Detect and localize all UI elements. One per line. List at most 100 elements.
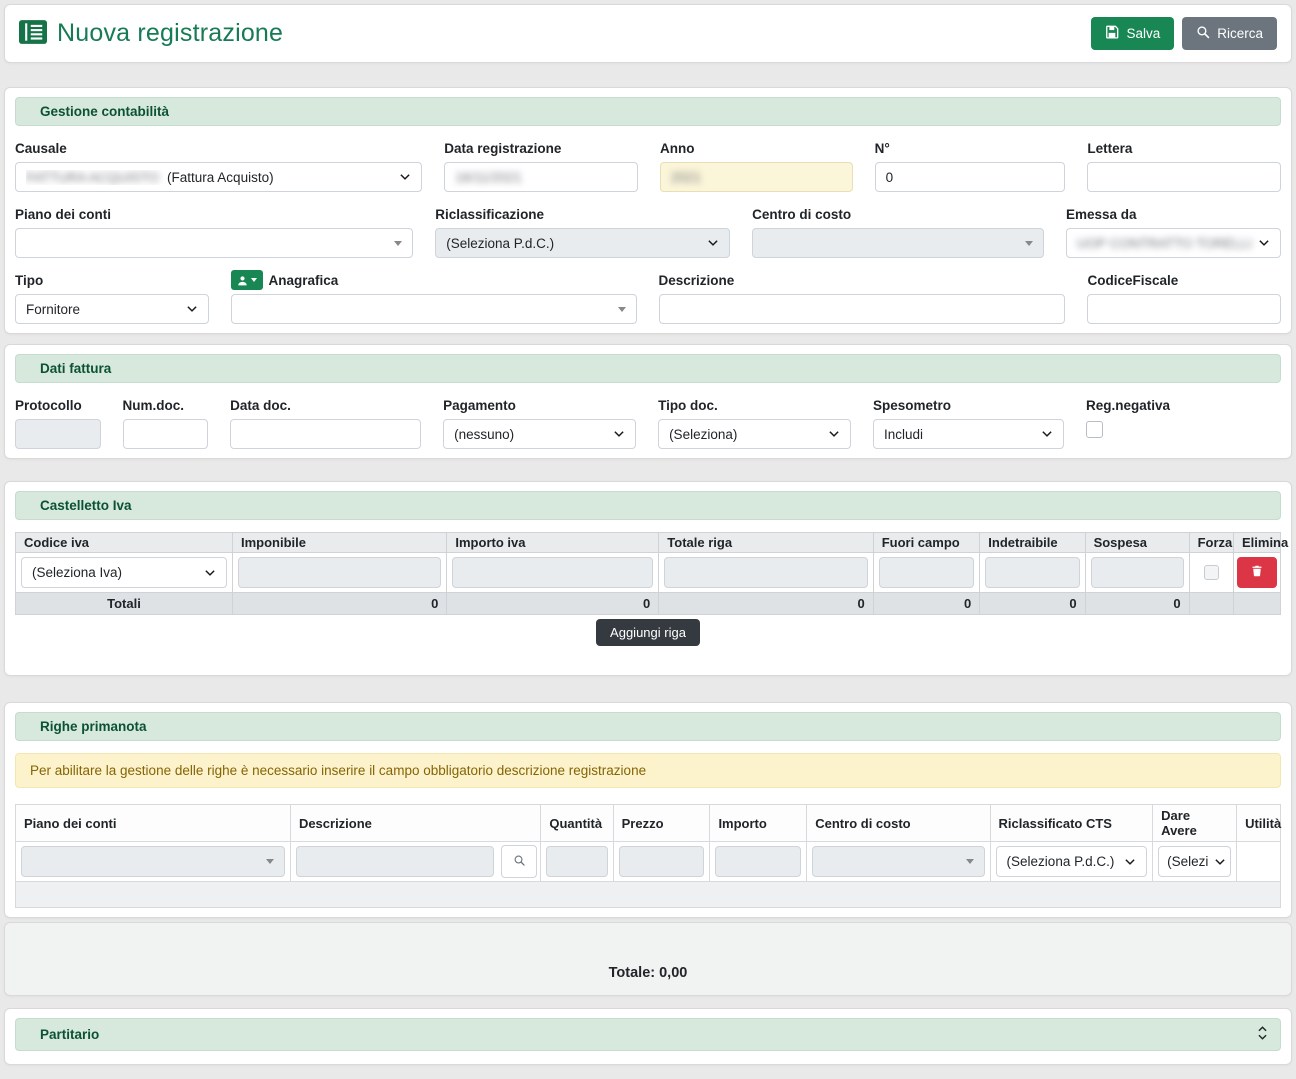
pagamento-value: (nessuno) [454,427,514,442]
riga-importo-input[interactable] [715,846,801,877]
search-icon [1196,25,1210,42]
field-centro-di-costo: Centro di costo [752,192,1044,258]
numero-input[interactable]: 0 [875,162,1066,192]
partitario-header[interactable]: Partitario [15,1018,1281,1051]
col-sospesa: Sospesa [1085,533,1189,553]
add-row-button[interactable]: Aggiungi riga [596,619,700,646]
descrizione-input[interactable] [659,294,1066,324]
descrizione-search-button[interactable] [501,845,537,878]
castelletto-iva-header: Castelletto Iva [15,491,1281,520]
dare-avere-value: (Selezion [1167,854,1208,869]
anagrafica-menu-button[interactable] [231,270,263,290]
righe-header-row: Piano dei conti Descrizione Quantità Pre… [16,805,1281,842]
emessa-da-label: Emessa da [1066,204,1281,224]
col-quantita: Quantità [541,805,613,842]
col-centro-di-costo: Centro di costo [807,805,990,842]
save-button[interactable]: Salva [1091,17,1174,50]
riga-riclassificato-cts-select[interactable]: (Seleziona P.d.C.) [996,846,1148,877]
anagrafica-label: Anagrafica [269,273,339,288]
codice-iva-select[interactable]: (Seleziona Iva) [21,557,227,588]
emessa-da-select[interactable]: UOP CONTRATTO TORELLI [1066,228,1281,258]
pagamento-label: Pagamento [443,395,636,415]
totale-panel: Totale: 0,00 [4,922,1292,996]
total-fuori-campo: 0 [873,593,980,615]
tipo-doc-select[interactable]: (Seleziona) [658,419,851,449]
field-riclassificazione: Riclassificazione (Seleziona P.d.C.) [435,192,730,258]
data-registrazione-label: Data registrazione [444,138,638,158]
total-sospesa: 0 [1085,593,1189,615]
anagrafica-select[interactable] [231,294,637,324]
protocollo-input [15,419,101,449]
total-imponibile: 0 [232,593,446,615]
page-title: Nuova registrazione [57,19,283,48]
causale-select[interactable]: FATTURA ACQUISTO (Fattura Acquisto) [15,162,422,192]
sospesa-input[interactable] [1091,557,1184,588]
riga-centro-di-costo-select[interactable] [812,846,984,877]
chevron-down-icon [613,428,625,440]
importo-iva-input[interactable] [452,557,653,588]
fuori-campo-input[interactable] [879,557,975,588]
indetraibile-input[interactable] [985,557,1079,588]
field-data-registrazione: Data registrazione 16/11/2021 [444,126,638,192]
collapse-expand-icon[interactable] [1257,1025,1268,1044]
page-header: Nuova registrazione Salva Ricerca [4,4,1292,63]
totale-riga-input[interactable] [664,557,867,588]
castelletto-table: Codice iva Imponibile Importo iva Totale… [15,532,1281,615]
riga-descrizione-input[interactable] [296,846,494,877]
search-icon [513,854,526,870]
search-button[interactable]: Ricerca [1182,17,1277,50]
pagamento-select[interactable]: (nessuno) [443,419,636,449]
riga-quantita-input[interactable] [546,846,607,877]
totale-value: Totale: 0,00 [5,965,1291,981]
piano-dei-conti-label: Piano dei conti [15,204,413,224]
imponibile-input[interactable] [238,557,441,588]
total-importo-iva: 0 [447,593,659,615]
person-icon [237,275,248,286]
field-tipo: Tipo Fornitore [15,258,209,324]
col-totale-riga: Totale riga [659,533,873,553]
data-doc-input[interactable] [230,419,421,449]
field-anagrafica: Anagrafica [231,258,637,324]
castelletto-iva-panel: Castelletto Iva Codice iva Imponibile Im… [4,481,1292,676]
total-indetraibile: 0 [980,593,1085,615]
lettera-label: Lettera [1087,138,1281,158]
riga-dare-avere-select[interactable]: (Selezion [1158,846,1231,877]
page-title-group: Nuova registrazione [19,19,283,48]
reg-negativa-label: Reg.negativa [1086,395,1281,415]
righe-table: Piano dei conti Descrizione Quantità Pre… [15,804,1281,908]
data-doc-label: Data doc. [230,395,421,415]
chevron-down-icon [707,237,719,249]
piano-dei-conti-select[interactable] [15,228,413,258]
field-emessa-da: Emessa da UOP CONTRATTO TORELLI [1066,192,1281,258]
data-registrazione-input[interactable]: 16/11/2021 [444,162,638,192]
header-buttons: Salva Ricerca [1091,17,1277,50]
elimina-row-button[interactable] [1237,557,1277,588]
num-doc-input[interactable] [123,419,209,449]
tipo-doc-label: Tipo doc. [658,395,851,415]
codice-fiscale-input[interactable] [1087,294,1281,324]
chevron-down-icon [1258,237,1270,249]
riga-prezzo-input[interactable] [619,846,705,877]
dropdown-arrow-icon [394,241,402,246]
field-num-doc: Num.doc. [123,383,209,449]
castelletto-totals-row: Totali 0 0 0 0 0 0 [16,593,1281,615]
riga-piano-dei-conti-select[interactable] [21,846,285,877]
protocollo-label: Protocollo [15,395,101,415]
field-anno: Anno 2021 [660,126,853,192]
spesometro-select[interactable]: Includi [873,419,1064,449]
centro-di-costo-select[interactable] [752,228,1044,258]
dati-fattura-header: Dati fattura [15,354,1281,383]
tipo-value: Fornitore [26,302,80,317]
dropdown-arrow-icon [966,859,974,864]
col-codice-iva: Codice iva [16,533,233,553]
anno-input[interactable]: 2021 [660,162,853,192]
reg-negativa-checkbox[interactable] [1086,421,1103,438]
tipo-select[interactable]: Fornitore [15,294,209,324]
field-lettera: Lettera [1087,126,1281,192]
chevron-down-icon [828,428,840,440]
col-piano-dei-conti: Piano dei conti [16,805,291,842]
dati-fattura-panel: Dati fattura Protocollo Num.doc. Data do… [4,344,1292,459]
forza-checkbox[interactable] [1204,565,1219,580]
riclassificazione-select[interactable]: (Seleziona P.d.C.) [435,228,730,258]
lettera-input[interactable] [1087,162,1281,192]
